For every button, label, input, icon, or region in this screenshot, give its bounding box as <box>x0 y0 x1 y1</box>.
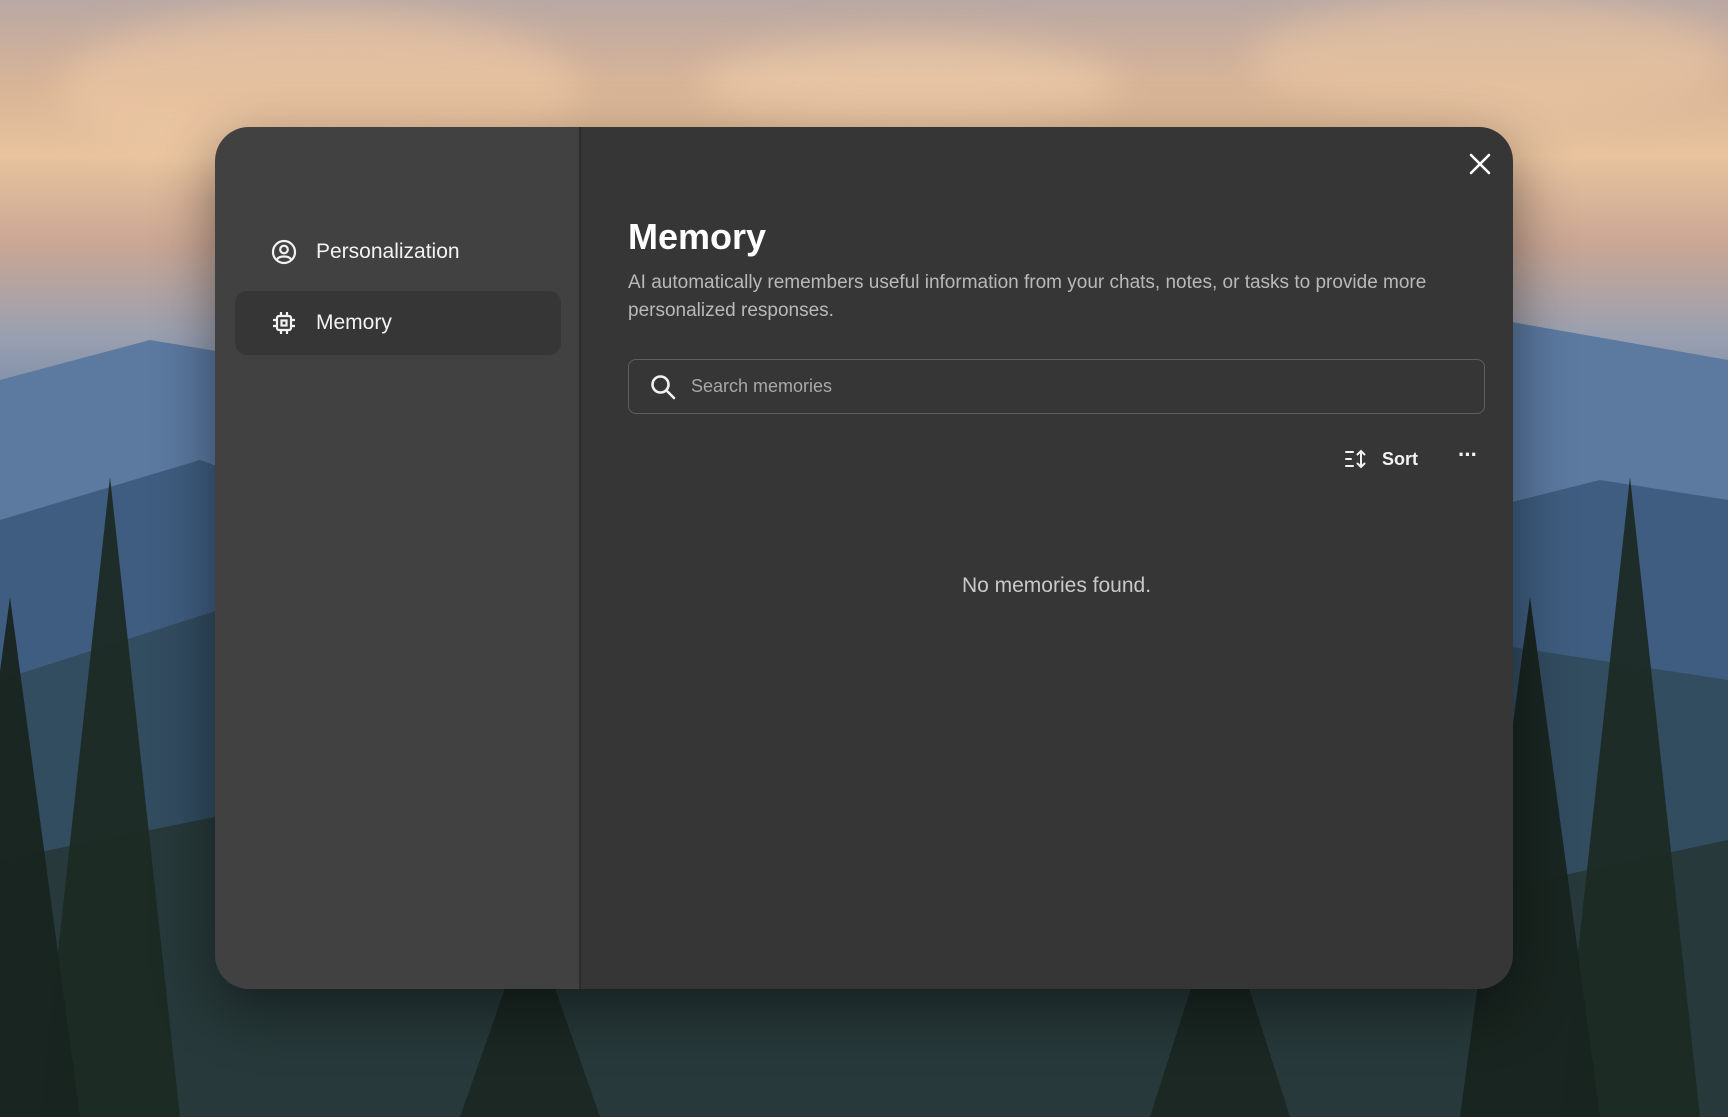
sidebar-item-personalization[interactable]: Personalization <box>235 220 561 284</box>
user-circle-icon <box>271 239 297 265</box>
sort-button[interactable]: Sort <box>1344 448 1418 470</box>
sort-label: Sort <box>1382 448 1419 469</box>
search-input[interactable] <box>689 375 1484 398</box>
page-description: AI automatically remembers useful inform… <box>628 272 1427 321</box>
page-title: Memory <box>628 216 767 257</box>
settings-dialog: Personalization Memory Memory AI automat… <box>215 127 1513 989</box>
sort-icon <box>1344 448 1368 470</box>
list-toolbar: Sort ··· <box>628 444 1485 474</box>
wallpaper-cloud <box>1250 0 1728 120</box>
wallpaper-cloud <box>700 40 1120 130</box>
sidebar-item-label: Memory <box>316 311 392 334</box>
close-icon <box>1469 153 1491 180</box>
sidebar-item-label: Personalization <box>316 240 460 263</box>
wallpaper-tree <box>0 597 80 1117</box>
chip-icon <box>271 310 297 336</box>
search-bar <box>628 359 1485 414</box>
memory-panel: Memory AI automatically remembers useful… <box>581 127 1513 989</box>
empty-state-message: No memories found. <box>961 574 1152 597</box>
search-icon <box>649 373 677 401</box>
sidebar-item-memory[interactable]: Memory <box>235 291 561 355</box>
desktop-wallpaper: Personalization Memory Memory AI automat… <box>0 0 1728 1117</box>
close-button[interactable] <box>1463 149 1497 183</box>
more-options-button[interactable]: ··· <box>1458 444 1478 468</box>
settings-sidebar: Personalization Memory <box>215 127 581 989</box>
